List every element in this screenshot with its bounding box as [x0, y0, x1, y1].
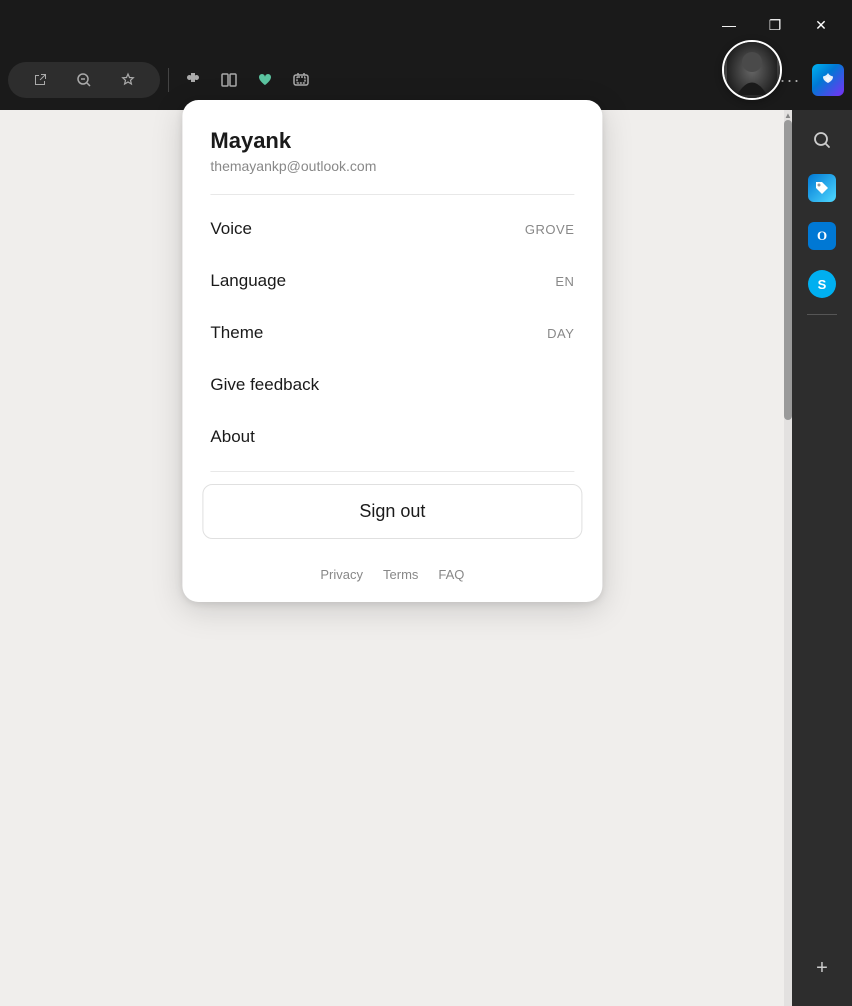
copilot-icon[interactable] — [812, 64, 844, 96]
card-divider-bottom — [210, 471, 574, 472]
faq-link[interactable]: FAQ — [438, 567, 464, 582]
language-menu-item[interactable]: Language EN — [182, 255, 602, 307]
favorite-icon[interactable] — [112, 64, 144, 96]
open-tab-icon[interactable] — [24, 64, 56, 96]
avatar-image — [724, 42, 780, 98]
extensions-icon[interactable] — [177, 64, 209, 96]
avatar[interactable] — [722, 40, 782, 100]
voice-menu-item[interactable]: Voice GROVE — [182, 203, 602, 255]
sidebar-outlook-icon[interactable]: O — [800, 214, 844, 258]
close-button[interactable]: ✕ — [798, 0, 844, 50]
url-bar — [8, 62, 160, 98]
sidebar-search-icon[interactable] — [800, 118, 844, 162]
sidebar-separator — [807, 314, 837, 315]
about-menu-item[interactable]: About — [182, 411, 602, 463]
scroll-arrow-up[interactable]: ▲ — [784, 110, 792, 120]
scroll-thumb[interactable] — [784, 120, 792, 420]
card-header: Mayank themayankp@outlook.com — [182, 100, 602, 194]
sidebar-add-button[interactable]: + — [800, 946, 844, 990]
sidebar-tags-icon[interactable] — [800, 166, 844, 210]
give-feedback-label: Give feedback — [210, 375, 319, 395]
avatar-container — [722, 40, 792, 110]
toolbar-separator — [168, 68, 169, 92]
theme-label: Theme — [210, 323, 263, 343]
dropdown-card: Mayank themayankp@outlook.com Voice GROV… — [182, 100, 602, 602]
card-footer: Privacy Terms FAQ — [182, 555, 602, 602]
sign-out-button[interactable]: Sign out — [202, 484, 582, 539]
right-sidebar: O S + — [792, 110, 852, 1006]
theme-menu-item[interactable]: Theme DAY — [182, 307, 602, 359]
hearts-icon[interactable] — [249, 64, 281, 96]
zoom-out-icon[interactable] — [68, 64, 100, 96]
privacy-link[interactable]: Privacy — [320, 567, 363, 582]
theme-value: DAY — [547, 326, 574, 341]
split-view-icon[interactable] — [213, 64, 245, 96]
give-feedback-menu-item[interactable]: Give feedback — [182, 359, 602, 411]
voice-label: Voice — [210, 219, 252, 239]
sidebar-skype-icon[interactable]: S — [800, 262, 844, 306]
terms-link[interactable]: Terms — [383, 567, 418, 582]
user-email: themayankp@outlook.com — [210, 158, 574, 174]
screenshot-icon[interactable] — [285, 64, 317, 96]
voice-value: GROVE — [525, 222, 574, 237]
language-value: EN — [555, 274, 574, 289]
card-menu: Voice GROVE Language EN Theme DAY Give f… — [182, 195, 602, 471]
scroll-track[interactable]: ▲ — [784, 110, 792, 1006]
user-name: Mayank — [210, 128, 574, 154]
language-label: Language — [210, 271, 286, 291]
about-label: About — [210, 427, 254, 447]
